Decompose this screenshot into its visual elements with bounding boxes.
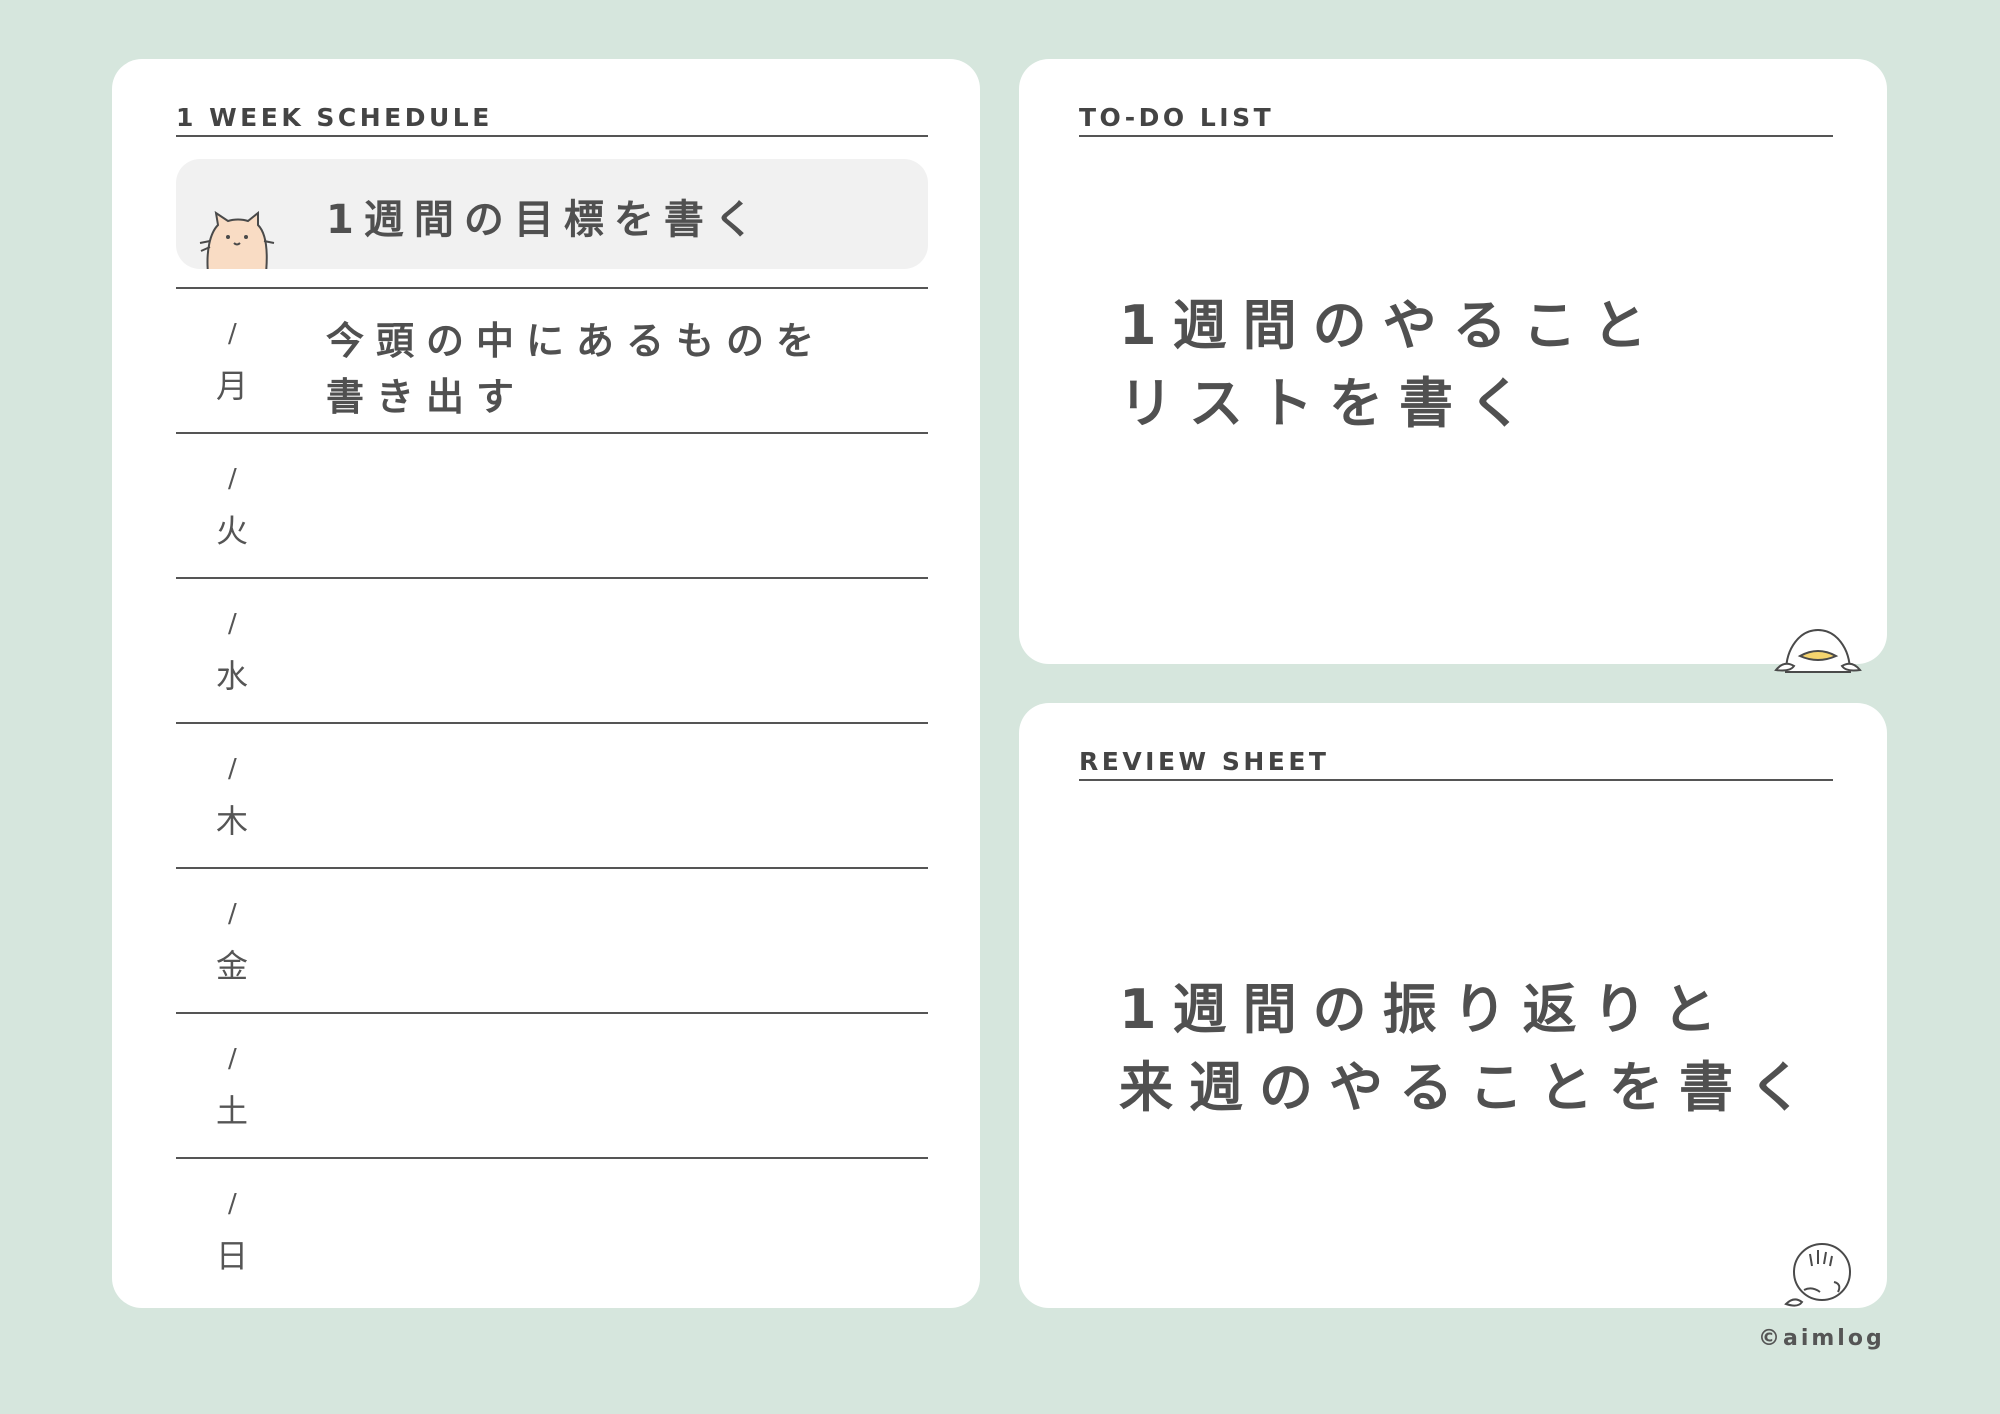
day-name-thu: 木 (216, 802, 249, 840)
duck-icon (1774, 628, 1862, 673)
weekly-schedule-card: 1 WEEK SCHEDULE 1週間の目標を書く / 月 今頭の中にあるものを… (112, 59, 980, 1308)
date-slash: / (228, 1189, 237, 1219)
cat-icon (199, 211, 275, 269)
date-slash: / (228, 754, 237, 784)
review-instructions: 1週間の振り返りと 来週のやることを書く (1119, 971, 1819, 1127)
date-slash: / (228, 464, 237, 494)
schedule-title: 1 WEEK SCHEDULE (176, 101, 928, 137)
day-row-sat[interactable]: / 土 (176, 1012, 928, 1157)
todo-title: TO-DO LIST (1079, 101, 1833, 137)
review-title: REVIEW SHEET (1079, 745, 1833, 781)
day-row-sun[interactable]: / 日 (176, 1157, 928, 1297)
todo-line-2: リストを書く (1119, 372, 1539, 435)
day-name-tue: 火 (216, 512, 249, 550)
day-name-sun: 日 (216, 1237, 249, 1275)
todo-line-1: 1週間のやること (1119, 294, 1663, 357)
weekly-goal-box[interactable]: 1週間の目標を書く (176, 159, 928, 269)
todo-list-card[interactable]: TO-DO LIST 1週間のやること リストを書く (1019, 59, 1887, 664)
review-line-2: 来週のやることを書く (1119, 1056, 1819, 1119)
copyright-text: ©aimlog (1758, 1326, 1885, 1351)
day-name-mon: 月 (216, 367, 249, 405)
day-name-wed: 水 (216, 657, 249, 695)
boy-icon (1784, 1243, 1851, 1307)
todo-instructions: 1週間のやること リストを書く (1119, 287, 1663, 443)
date-slash: / (228, 899, 237, 929)
date-slash: / (228, 1044, 237, 1074)
day-row-thu[interactable]: / 木 (176, 722, 928, 867)
day-name-fri: 金 (216, 947, 249, 985)
day-note-mon: 今頭の中にあるものを 書き出す (326, 319, 827, 419)
weekly-goal-text: 1週間の目標を書く (326, 197, 764, 243)
review-line-1: 1週間の振り返りと (1119, 978, 1733, 1041)
day-row-mon[interactable]: / 月 今頭の中にあるものを 書き出す (176, 287, 928, 432)
date-slash: / (228, 609, 237, 639)
review-sheet-card[interactable]: REVIEW SHEET 1週間の振り返りと 来週のやることを書く (1019, 703, 1887, 1308)
day-name-sat: 土 (216, 1092, 249, 1130)
day-row-fri[interactable]: / 金 (176, 867, 928, 1012)
date-slash: / (228, 319, 237, 349)
day-row-wed[interactable]: / 水 (176, 577, 928, 722)
day-row-tue[interactable]: / 火 (176, 432, 928, 577)
